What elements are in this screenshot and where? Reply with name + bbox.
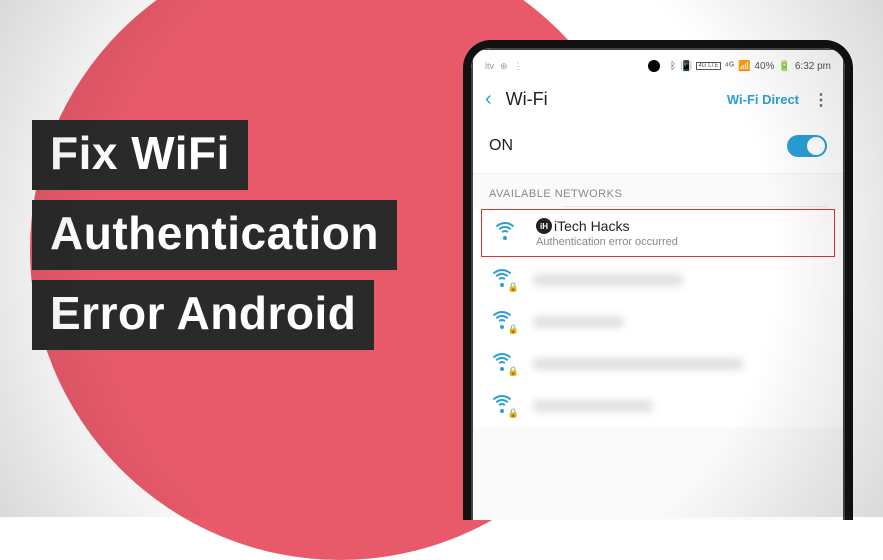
wifi-direct-link[interactable]: Wi-Fi Direct bbox=[727, 92, 799, 107]
wifi-toggle[interactable] bbox=[787, 135, 827, 157]
status-left: ltv ⊕ ⋮ bbox=[485, 61, 523, 72]
network-item[interactable]: 🔒 bbox=[473, 259, 843, 301]
wifi-signal-secured-icon: 🔒 bbox=[489, 269, 515, 291]
battery-icon: 🔋 bbox=[778, 61, 790, 72]
on-label: ON bbox=[489, 137, 513, 155]
available-networks-label: AVAILABLE NETWORKS bbox=[473, 174, 843, 206]
lock-icon: 🔒 bbox=[508, 366, 519, 377]
network-list: iH iTech Hacks Authentication error occu… bbox=[473, 209, 843, 427]
wifi-signal-secured-icon: 🔒 bbox=[489, 395, 515, 417]
wifi-header: ‹ Wi-Fi Wi-Fi Direct ⋮ bbox=[473, 78, 843, 119]
divider bbox=[563, 206, 827, 207]
back-button[interactable]: ‹ bbox=[485, 88, 492, 111]
lock-icon: 🔒 bbox=[508, 282, 519, 293]
lock-icon: 🔒 bbox=[508, 408, 519, 419]
phone-frame: ltv ⊕ ⋮ ᛒ 📳 4G LTE ⁴ᴳ 📶 40% 🔋 6:32 pm ‹ … bbox=[463, 40, 853, 520]
lock-icon: 🔒 bbox=[508, 324, 519, 335]
status-right: ᛒ 📳 4G LTE ⁴ᴳ 📶 40% 🔋 6:32 pm bbox=[648, 60, 831, 72]
wifi-signal-secured-icon: 🔒 bbox=[489, 353, 515, 375]
network-name: iH iTech Hacks bbox=[536, 218, 824, 234]
status-bar: ltv ⊕ ⋮ ᛒ 📳 4G LTE ⁴ᴳ 📶 40% 🔋 6:32 pm bbox=[473, 50, 843, 78]
network-item[interactable]: 🔒 bbox=[473, 301, 843, 343]
phone-screen: ltv ⊕ ⋮ ᛒ 📳 4G LTE ⁴ᴳ 📶 40% 🔋 6:32 pm ‹ … bbox=[471, 48, 845, 520]
camera-punch-hole bbox=[648, 60, 660, 72]
wifi-signal-secured-icon: 🔒 bbox=[489, 311, 515, 333]
status-indicator-icon: ⊕ bbox=[500, 61, 508, 72]
status-indicator-icon: ⋮ bbox=[514, 61, 523, 72]
bluetooth-icon: ᛒ bbox=[670, 61, 676, 72]
network-name-blurred bbox=[533, 358, 743, 370]
network-item-highlighted[interactable]: iH iTech Hacks Authentication error occu… bbox=[481, 209, 835, 257]
overflow-menu-icon[interactable]: ⋮ bbox=[813, 90, 829, 110]
clock: 6:32 pm bbox=[795, 61, 831, 72]
signal-icon: ⁴ᴳ bbox=[725, 61, 734, 72]
wifi-signal-icon bbox=[492, 222, 518, 244]
page-title: Wi-Fi bbox=[506, 89, 548, 110]
network-name-blurred bbox=[533, 400, 653, 412]
network-name-blurred bbox=[533, 316, 623, 328]
brand-badge-icon: iH bbox=[536, 218, 552, 234]
toggle-knob bbox=[807, 137, 825, 155]
network-item[interactable]: 🔒 bbox=[473, 343, 843, 385]
headline-block: Fix WiFi Authentication Error Android bbox=[32, 120, 397, 360]
cell-signal-icon: 📶 bbox=[738, 61, 750, 72]
carrier-label: ltv bbox=[485, 61, 494, 71]
network-name-blurred bbox=[533, 274, 683, 286]
headline-line-3: Error Android bbox=[32, 280, 374, 350]
network-item[interactable]: 🔒 bbox=[473, 385, 843, 427]
volte-badge: 4G LTE bbox=[696, 62, 720, 70]
vibrate-icon: 📳 bbox=[680, 61, 692, 72]
wifi-on-row: ON bbox=[473, 119, 843, 174]
battery-percent: 40% bbox=[754, 61, 774, 72]
headline-line-2: Authentication bbox=[32, 200, 397, 270]
headline-line-1: Fix WiFi bbox=[32, 120, 248, 190]
network-status: Authentication error occurred bbox=[536, 236, 824, 248]
